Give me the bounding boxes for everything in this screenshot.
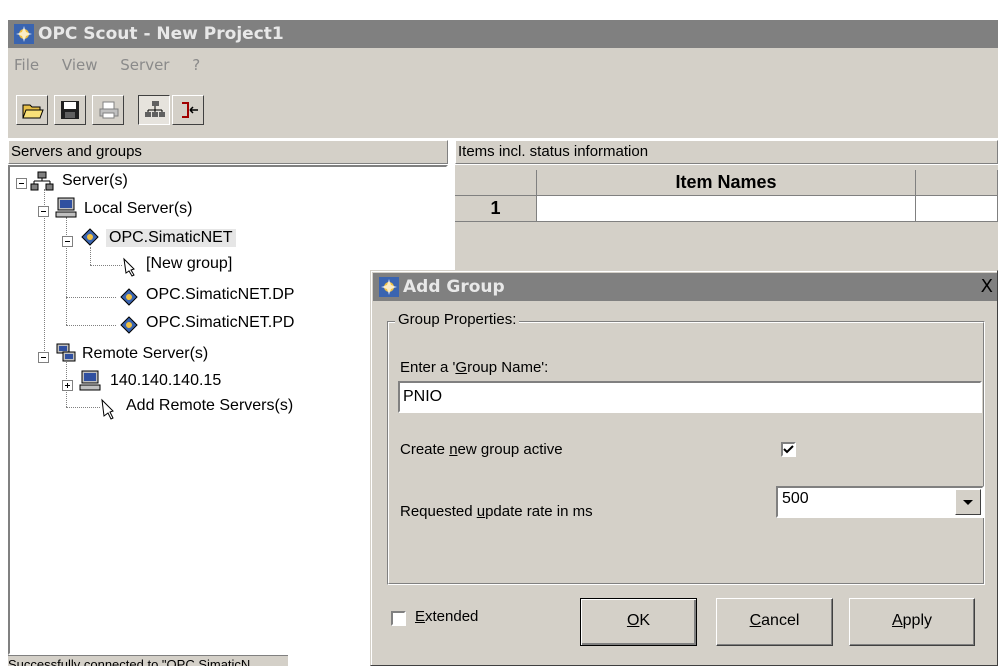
create-active-checkbox[interactable] [781, 442, 796, 457]
tree-item-local-servers[interactable]: Local Server(s) [84, 200, 192, 218]
window-title: OPC Scout - New Project1 [38, 24, 284, 44]
tree-connector [66, 407, 100, 408]
servers-icon [30, 171, 54, 191]
collapse-toggle[interactable] [16, 178, 27, 189]
add-group-dialog: Add Group X Group Properties: Enter a 'G… [370, 270, 998, 666]
menu-view[interactable]: View [62, 56, 98, 74]
item-names-column-header[interactable]: Item Names [537, 170, 916, 196]
create-active-label: Create new group active [400, 441, 563, 458]
menu-bar: File View Server ? [8, 48, 998, 82]
tree-item-opc-simaticnet[interactable]: OPC.SimaticNET [106, 229, 236, 247]
update-rate-value: 500 [782, 490, 809, 507]
item-names-header-label: Item Names [675, 172, 777, 192]
tree-view-button[interactable] [138, 95, 170, 125]
opc-server-icon [120, 316, 138, 334]
group-name-input[interactable]: PNIO [398, 381, 982, 413]
update-rate-label: Requested update rate in ms [400, 503, 593, 520]
status-bar: Successfully connected to "OPC.SimaticN [8, 655, 288, 666]
opc-server-icon [81, 228, 99, 246]
save-disk-icon [61, 101, 79, 119]
group-name-label: Enter a 'Group Name': [400, 359, 549, 376]
pointer-icon [101, 398, 114, 420]
item-name-cell[interactable] [537, 196, 916, 222]
dialog-title: Add Group [403, 277, 505, 297]
tree-view-icon [145, 101, 165, 117]
opc-scout-app-icon [14, 24, 34, 44]
connect-button[interactable] [172, 95, 204, 125]
computer-icon [55, 197, 77, 218]
menu-server[interactable]: Server [120, 56, 169, 74]
status-text: Successfully connected to "OPC.SimaticN [8, 657, 251, 666]
tree-item-servers[interactable]: Server(s) [62, 172, 128, 190]
toolbar [8, 82, 998, 138]
tree-item-remote-servers[interactable]: Remote Server(s) [82, 345, 208, 363]
items-panel-header: Items incl. status information [455, 140, 998, 164]
chevron-down-icon [963, 500, 973, 505]
tree-item-new-group[interactable]: [New group] [146, 255, 232, 273]
collapse-toggle[interactable] [38, 352, 49, 363]
group-properties-label: Group Properties: [395, 311, 520, 328]
collapse-toggle[interactable] [38, 206, 49, 217]
tree-connector [66, 217, 67, 325]
items-panel-title: Items incl. status information [458, 143, 649, 160]
computer-icon [79, 370, 101, 391]
opc-server-icon [120, 288, 138, 306]
tree-item-opc-simaticnet-dp[interactable]: OPC.SimaticNET.DP [146, 286, 294, 304]
tree-connector [90, 265, 122, 266]
close-button[interactable]: X [981, 273, 993, 301]
ok-button[interactable]: OK [580, 598, 697, 646]
tree-item-opc-simaticnet-pd[interactable]: OPC.SimaticNET.PD [146, 314, 294, 332]
extended-label[interactable]: Extended [415, 608, 478, 625]
row-header[interactable]: 1 [455, 196, 537, 222]
menu-help[interactable]: ? [192, 56, 200, 74]
expand-toggle[interactable] [62, 380, 73, 391]
extended-checkbox[interactable] [391, 611, 406, 626]
update-rate-select[interactable]: 500 [776, 486, 984, 518]
open-folder-icon [22, 104, 44, 119]
connect-icon [182, 102, 198, 118]
row-number: 1 [490, 198, 501, 218]
dropdown-arrow-button[interactable] [955, 489, 981, 515]
apply-button[interactable]: Apply [849, 598, 975, 646]
window-title-bar[interactable]: OPC Scout - New Project1 [8, 20, 998, 48]
pointer-icon [123, 257, 135, 277]
cancel-button[interactable]: Cancel [716, 598, 833, 646]
servers-panel-header: Servers and groups [8, 140, 448, 164]
tree-item-remote-host[interactable]: 140.140.140.15 [110, 372, 221, 390]
opc-scout-app-icon [379, 277, 399, 297]
tree-connector [90, 247, 91, 265]
tree-item-add-remote-servers[interactable]: Add Remote Servers(s) [126, 397, 293, 415]
save-button[interactable] [54, 95, 86, 125]
grid-corner-cell [455, 170, 537, 196]
open-button[interactable] [16, 95, 48, 125]
grid-cell[interactable] [916, 196, 998, 222]
grid-column-header[interactable] [916, 170, 998, 196]
dialog-title-bar[interactable]: Add Group X [373, 273, 997, 301]
servers-panel-title: Servers and groups [11, 143, 142, 160]
print-button[interactable] [92, 95, 124, 125]
checkmark-icon [783, 445, 794, 454]
network-icon [56, 343, 76, 362]
print-icon [99, 101, 119, 119]
tree-connector [66, 325, 116, 326]
collapse-toggle[interactable] [62, 236, 73, 247]
menu-file[interactable]: File [14, 56, 39, 74]
tree-connector [66, 297, 116, 298]
